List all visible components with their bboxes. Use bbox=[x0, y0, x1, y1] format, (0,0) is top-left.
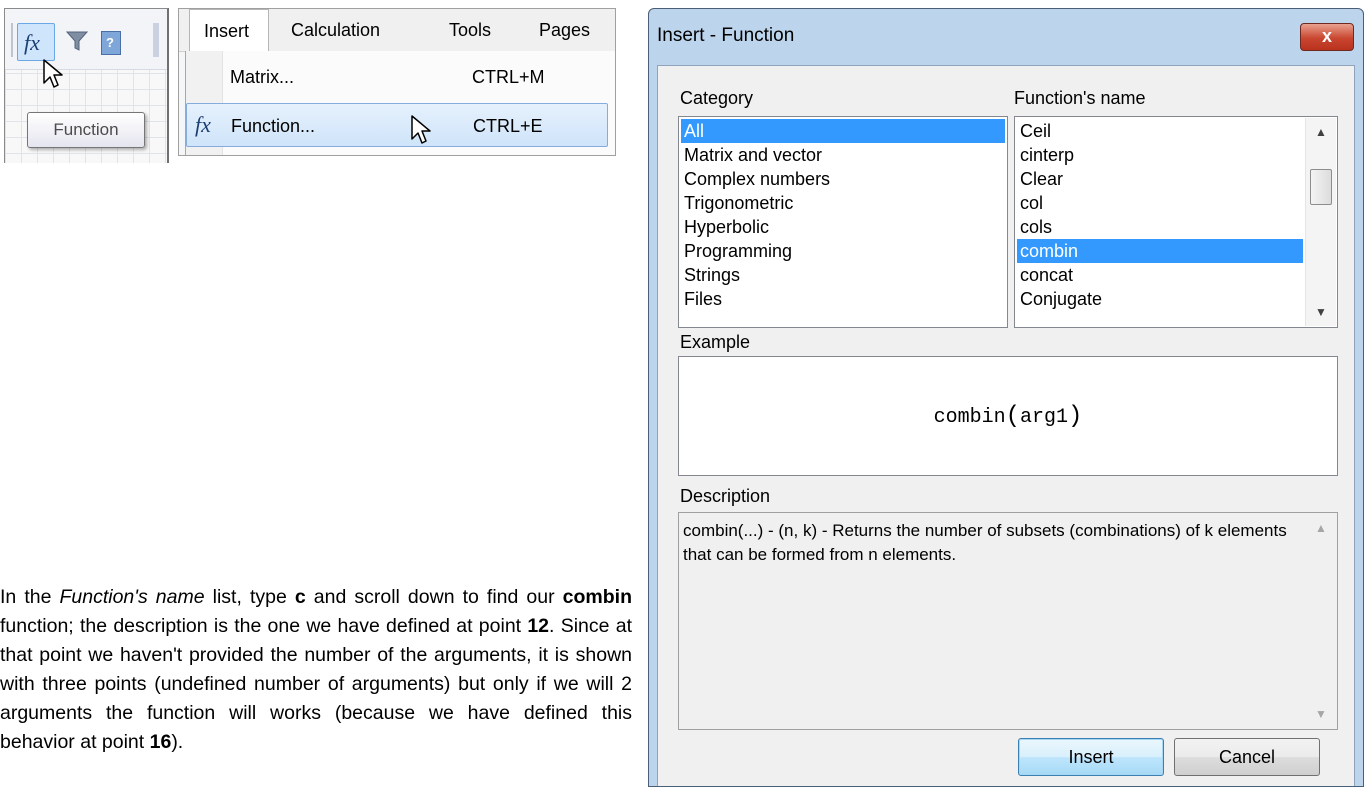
mouse-pointer-icon bbox=[43, 59, 63, 88]
description-scrollbar[interactable]: ▲ ▼ bbox=[1306, 514, 1336, 728]
dialog-body: Category All Matrix and vector Complex num… bbox=[657, 65, 1355, 786]
insert-function-dialog: Insert - Function x Category All Matrix a… bbox=[648, 8, 1364, 787]
para-italic-text: Function's name bbox=[59, 586, 205, 608]
list-item[interactable]: Ceil bbox=[1017, 119, 1303, 143]
toolbar-separator bbox=[11, 23, 13, 57]
example-formula: combin(arg1) bbox=[679, 403, 1337, 430]
example-open-paren: ( bbox=[1005, 403, 1020, 430]
scroll-up-arrow-icon[interactable]: ▲ bbox=[1306, 122, 1336, 142]
function-list-scrollbar[interactable]: ▲ ▼ bbox=[1305, 118, 1336, 326]
close-icon: x bbox=[1321, 26, 1332, 46]
para-bold-text: c bbox=[294, 586, 306, 608]
insert-dropdown-menu: Matrix... CTRL+M fx Function... CTRL+E bbox=[185, 51, 615, 155]
description-text: combin(...) - (n, k) - Returns the numbe… bbox=[683, 521, 1287, 564]
para-text: list, type bbox=[204, 586, 295, 608]
menu-item-label: Matrix... bbox=[230, 67, 295, 87]
menu-item-label: Function... bbox=[231, 116, 316, 136]
menu-calculation[interactable]: Calculation bbox=[291, 9, 380, 51]
menu-tools[interactable]: Tools bbox=[449, 9, 491, 51]
category-listbox[interactable]: All Matrix and vector Complex numbers Trigo… bbox=[678, 116, 1008, 328]
scroll-down-arrow-icon[interactable]: ▼ bbox=[1306, 704, 1336, 724]
para-text: function; the description is the one we … bbox=[0, 615, 528, 637]
description-label: Description bbox=[680, 486, 771, 506]
list-item[interactable]: Clear bbox=[1017, 167, 1303, 191]
list-item[interactable]: col bbox=[1017, 191, 1303, 215]
example-label: Example bbox=[680, 332, 751, 352]
help-button[interactable]: ? bbox=[101, 31, 121, 55]
list-item[interactable]: Trigonometric bbox=[681, 191, 1005, 215]
para-text: and scroll down to find our bbox=[305, 586, 563, 608]
menu-bar: Insert Calculation Tools Pages bbox=[179, 9, 615, 52]
toolbar-screenshot: fx ? Function bbox=[4, 8, 169, 163]
list-item[interactable]: concat bbox=[1017, 263, 1303, 287]
scroll-thumb[interactable] bbox=[1310, 169, 1332, 205]
list-item[interactable]: Complex numbers bbox=[681, 167, 1005, 191]
menu-item-matrix[interactable]: Matrix... CTRL+M bbox=[186, 55, 608, 99]
para-text: In the bbox=[0, 586, 60, 608]
toolbar: fx ? bbox=[5, 9, 167, 70]
function-name-label: Function's name bbox=[1014, 88, 1146, 108]
scroll-down-arrow-icon[interactable]: ▼ bbox=[1306, 302, 1336, 322]
list-item[interactable]: Files bbox=[681, 287, 1005, 311]
list-item[interactable]: cols bbox=[1017, 215, 1303, 239]
para-bold-text: 12 bbox=[527, 615, 550, 637]
fx-icon: fx bbox=[195, 112, 211, 137]
menu-screenshot: Insert Calculation Tools Pages Matrix...… bbox=[178, 8, 616, 156]
cancel-button[interactable]: Cancel bbox=[1174, 738, 1320, 776]
explanation-paragraph: In the Function's name list, type c and … bbox=[0, 583, 632, 757]
mouse-pointer-icon bbox=[411, 115, 431, 144]
fx-icon: fx bbox=[24, 30, 40, 55]
list-item[interactable]: All bbox=[681, 119, 1005, 143]
example-preview: combin(arg1) bbox=[678, 356, 1338, 476]
list-item[interactable]: Matrix and vector bbox=[681, 143, 1005, 167]
menu-item-function[interactable]: fx Function... CTRL+E bbox=[186, 103, 608, 147]
para-bold-text: combin bbox=[562, 586, 632, 608]
function-name-listbox[interactable]: ▲ ▼ Ceil cinterp Clear col cols combin concat C… bbox=[1014, 116, 1338, 328]
close-button[interactable]: x bbox=[1300, 23, 1354, 51]
example-function-name: combin bbox=[933, 406, 1006, 429]
para-text: ). bbox=[171, 731, 184, 753]
funnel-icon[interactable] bbox=[65, 29, 89, 53]
para-bold-text: 16 bbox=[149, 731, 172, 753]
list-item[interactable]: combin bbox=[1017, 239, 1303, 263]
list-item[interactable]: Strings bbox=[681, 263, 1005, 287]
help-icon: ? bbox=[106, 35, 114, 50]
example-close-paren: ) bbox=[1068, 403, 1083, 430]
menu-pages[interactable]: Pages bbox=[539, 9, 590, 51]
toolbar-next-button-edge bbox=[153, 23, 159, 57]
description-box: combin(...) - (n, k) - Returns the numbe… bbox=[678, 512, 1338, 730]
category-label: Category bbox=[680, 88, 754, 108]
insert-function-button[interactable]: fx bbox=[17, 23, 55, 61]
menu-item-shortcut: CTRL+M bbox=[472, 67, 545, 87]
dialog-title: Insert - Function bbox=[657, 25, 795, 46]
list-item[interactable]: cinterp bbox=[1017, 143, 1303, 167]
function-tooltip: Function bbox=[27, 112, 145, 148]
scroll-up-arrow-icon[interactable]: ▲ bbox=[1306, 518, 1336, 538]
menu-item-shortcut: CTRL+E bbox=[473, 116, 543, 136]
list-item[interactable]: Hyperbolic bbox=[681, 215, 1005, 239]
list-item[interactable]: Programming bbox=[681, 239, 1005, 263]
list-item[interactable]: Conjugate bbox=[1017, 287, 1303, 311]
menu-insert[interactable]: Insert bbox=[189, 9, 269, 52]
example-argument: arg1 bbox=[1020, 406, 1069, 429]
insert-button[interactable]: Insert bbox=[1018, 738, 1164, 776]
